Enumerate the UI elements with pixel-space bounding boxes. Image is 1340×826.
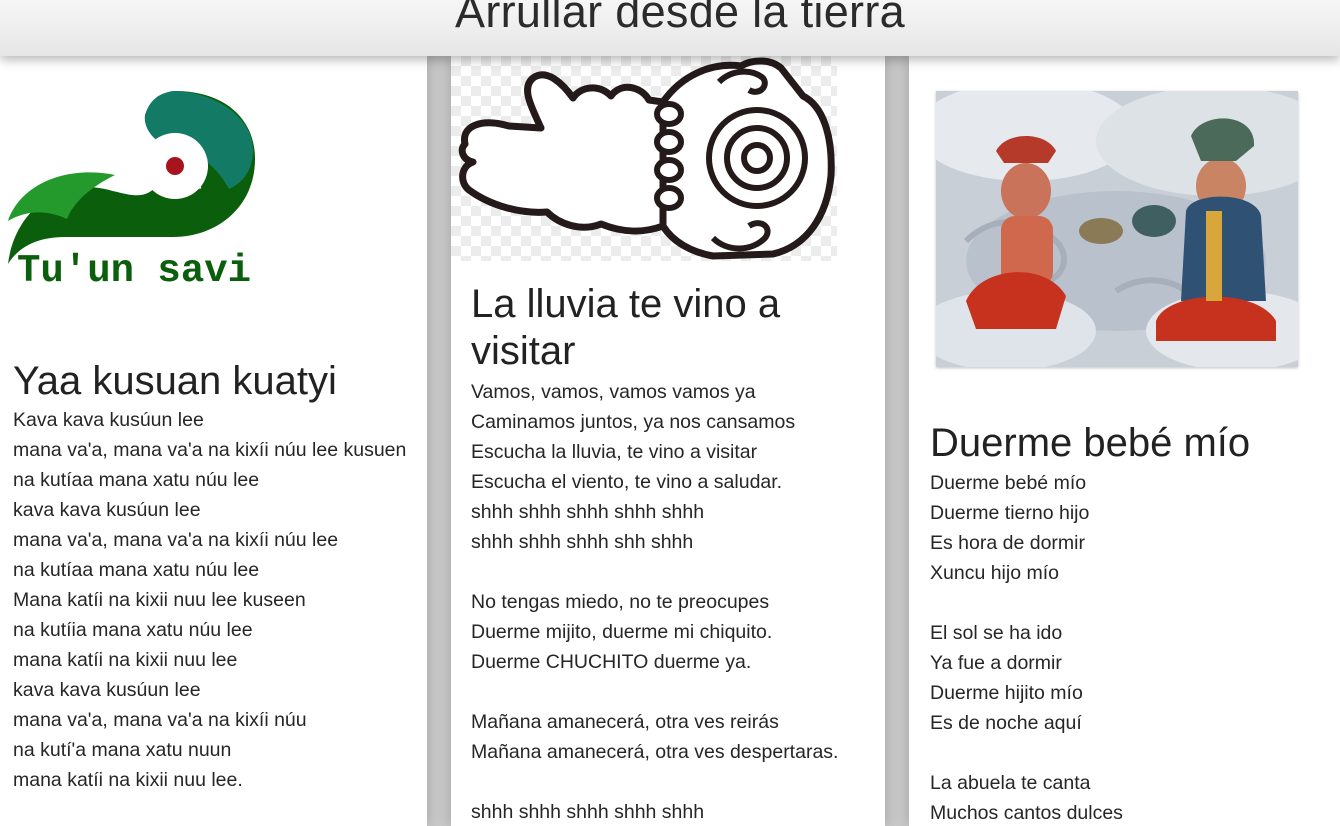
lyric-line: Kava kava kusúun lee <box>13 409 204 431</box>
lyric-line <box>930 738 1123 768</box>
lyric-line: Mana katíi na kixii nuu lee kuseen <box>13 589 306 611</box>
mural-painting <box>936 91 1298 367</box>
lyric-line: shhh shhh shhh shhh shhh <box>471 501 705 523</box>
lyric-line: kava kava kusúun lee <box>13 679 201 701</box>
lyric-line: shhh shhh shhh shh shhh <box>471 531 694 553</box>
lyric-line: mana katíi na kixii nuu lee <box>13 649 238 671</box>
lyric-line: Escucha la lluvia, te vino a visitar <box>471 441 758 463</box>
song-lyrics: Vamos, vamos, vamos vamos ya Caminamos ju… <box>471 377 838 826</box>
lyric-line: Xuncu hijo mío <box>930 562 1059 584</box>
song-title: Yaa kusuan kuatyi <box>13 359 337 403</box>
lyric-line: Escucha el viento, te vino a saludar. <box>471 471 783 493</box>
lyric-line: Duerme mijito, duerme mi chiquito. <box>471 621 773 643</box>
lyric-line: Es de noche aquí <box>930 712 1082 734</box>
lyric-line: Es hora de dormir <box>930 532 1085 554</box>
song-title: La lluvia te vino a visitar <box>471 281 780 375</box>
song-card-1: Tu'un savi Yaa kusuan kuatyi Kava kava k… <box>0 56 427 826</box>
mixtec-hand-glyph <box>458 57 835 260</box>
lyric-line: shhh shhh shhh shhh shhh <box>471 801 705 823</box>
lyric-line: na kutíaa mana xatu núu lee <box>13 469 260 491</box>
lyric-line: na kutí'a mana xatu nuun <box>13 739 232 761</box>
lyric-line: Duerme tierno hijo <box>930 502 1090 524</box>
lyric-line: na kutíia mana xatu núu lee <box>13 619 253 641</box>
lyric-line: mana va'a, mana va'a na kixíi núu <box>13 709 307 731</box>
lyric-line <box>471 767 838 797</box>
lyric-line: na kutíaa mana xatu núu lee <box>13 559 260 581</box>
song-lyrics: Duerme bebé mío Duerme tierno hijo Es hora… <box>930 468 1123 826</box>
lyric-line: Duerme bebé mío <box>930 472 1087 494</box>
lyric-line: La abuela te canta <box>930 772 1091 794</box>
lyric-line: kava kava kusúun lee <box>13 499 201 521</box>
song-title-line-1: La lluvia te vino a <box>471 282 781 326</box>
lyric-line: Vamos, vamos, vamos vamos ya <box>471 381 756 403</box>
lyric-line: Ya fue a dormir <box>930 652 1062 674</box>
logo-text: Tu'un savi <box>17 249 251 289</box>
lyric-line: Caminamos juntos, ya nos cansamos <box>471 411 796 433</box>
glyph-image <box>451 56 837 261</box>
lyric-line: Mañana amanecerá, otra ves despertaras. <box>471 741 839 763</box>
lyric-line: El sol se ha ido <box>930 622 1063 644</box>
song-title: Duerme bebé mío <box>930 421 1251 465</box>
song-card-2: La lluvia te vino a visitar Vamos, vamos… <box>451 56 885 826</box>
tuun-savi-logo: Tu'un savi <box>8 91 255 289</box>
lyric-line: Duerme hijito mío <box>930 682 1083 704</box>
lyric-line <box>471 557 838 587</box>
lyric-line: Muchos cantos dulces <box>930 802 1123 824</box>
page-header: Arrullar desde la tierra <box>0 0 1340 56</box>
lyric-line: mana va'a, mana va'a na kixíi núu lee <box>13 529 339 551</box>
page-title: Arrullar desde la tierra <box>455 0 905 37</box>
lyric-line <box>471 677 838 707</box>
song-title-line-2: visitar <box>471 329 576 373</box>
lyric-line: Mañana amanecerá, otra ves reirás <box>471 711 779 733</box>
song-card-3: Duerme bebé mío Duerme bebé mío Duerme ti… <box>909 56 1340 826</box>
lyric-line: mana va'a, mana va'a na kixíi núu lee ku… <box>13 439 407 461</box>
lyric-line <box>930 588 1123 618</box>
lyric-line: mana katíi na kixii nuu lee. <box>13 769 243 791</box>
lyric-line: No tengas miedo, no te preocupes <box>471 591 770 613</box>
lyric-line: Duerme CHUCHITO duerme ya. <box>471 651 752 673</box>
song-lyrics: Kava kava kusúun lee mana va'a, mana va'a… <box>13 405 406 795</box>
